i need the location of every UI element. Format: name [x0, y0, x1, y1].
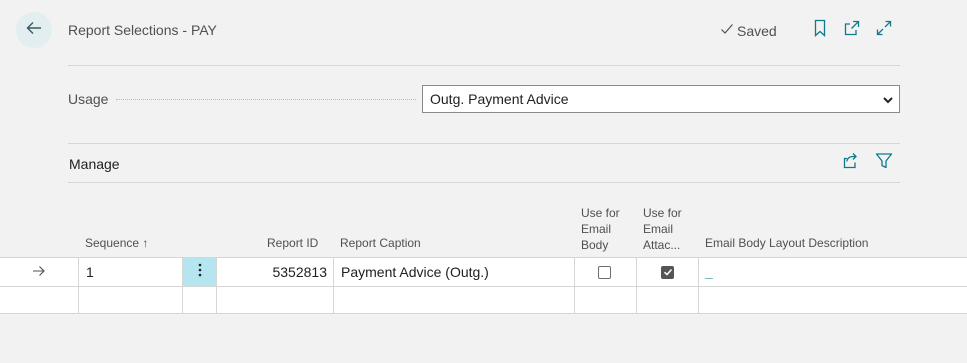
column-header-line: Use for — [643, 206, 682, 220]
column-header-line: Use for — [581, 206, 620, 220]
usage-select-value: Outg. Payment Advice — [430, 91, 569, 107]
page-title: Report Selections - PAY — [68, 22, 217, 38]
use-email-attachment-checkbox[interactable] — [661, 265, 674, 279]
cell-report-caption[interactable]: Payment Advice (Outg.) — [341, 258, 569, 286]
open-in-new-window-icon — [843, 19, 861, 42]
column-header-report-id[interactable]: Report ID — [267, 235, 318, 251]
usage-select[interactable]: Outg. Payment Advice — [422, 85, 900, 113]
expand-icon — [875, 19, 893, 42]
arrow-right-icon — [32, 264, 46, 280]
back-button[interactable] — [16, 12, 52, 48]
share-button[interactable] — [841, 152, 861, 175]
row-indicator — [32, 258, 48, 286]
column-header-line: Attac... — [643, 238, 681, 252]
cell-sequence[interactable]: 1 — [86, 258, 176, 286]
cell-report-id[interactable]: 5352813 — [222, 258, 327, 286]
chevron-down-icon — [882, 93, 894, 109]
header-divider — [68, 65, 900, 66]
column-header-line: Email — [581, 222, 612, 236]
expand-button[interactable] — [874, 20, 894, 40]
column-header-line: Body — [581, 238, 609, 252]
usage-divider — [68, 143, 900, 144]
checkmark-icon — [720, 22, 734, 39]
usage-label: Usage — [68, 91, 109, 107]
bookmark-button[interactable] — [810, 19, 830, 42]
bookmark-icon — [812, 19, 828, 42]
use-email-body-checkbox[interactable] — [598, 265, 611, 279]
open-new-window-button[interactable] — [842, 20, 862, 40]
cell-email-body-layout[interactable]: _ — [705, 258, 955, 286]
manage-divider — [68, 182, 900, 183]
saved-label: Saved — [737, 22, 777, 39]
report-selections-grid: 1 5352813 Payment Advice (Outg.) _ — [0, 257, 967, 314]
column-header-sequence[interactable]: Sequence ↑ — [85, 235, 148, 251]
filter-button[interactable] — [874, 152, 894, 175]
cell-use-email-body — [598, 258, 618, 286]
column-header-line: Email — [643, 222, 674, 236]
row-actions-button[interactable] — [183, 258, 216, 286]
more-vertical-icon — [198, 263, 202, 282]
filter-icon — [875, 152, 893, 175]
empty-row-cell[interactable] — [79, 287, 182, 314]
cell-use-email-attachment — [661, 258, 681, 286]
manage-menu[interactable]: Manage — [69, 156, 120, 172]
column-header-report-caption[interactable]: Report Caption — [340, 235, 421, 251]
saved-status: Saved — [720, 22, 777, 39]
share-icon — [842, 152, 860, 175]
column-header-use-email-body[interactable]: Use for Email Body — [581, 205, 620, 253]
arrow-left-icon — [25, 19, 43, 42]
usage-dotted-leader — [116, 99, 416, 100]
column-header-use-email-attachment[interactable]: Use for Email Attac... — [643, 205, 682, 253]
column-header-email-body-layout[interactable]: Email Body Layout Description — [705, 235, 868, 251]
